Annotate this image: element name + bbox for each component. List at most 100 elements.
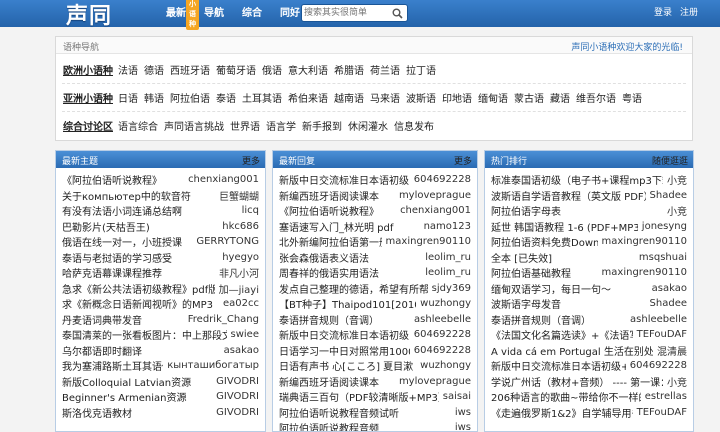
lang-link[interactable]: 维吾尔语 xyxy=(576,90,616,105)
author-link[interactable]: Shadee xyxy=(646,190,687,201)
author-link[interactable]: TEFouDAF xyxy=(633,329,687,340)
thread-link[interactable]: 泰语拼音规则（音调） xyxy=(491,312,626,327)
lang-link[interactable]: 蒙古语 xyxy=(514,90,544,105)
author-link[interactable]: leolim_ru xyxy=(421,252,471,263)
author-link[interactable]: 604692228 xyxy=(410,174,471,185)
lang-link[interactable]: 马来语 xyxy=(370,90,400,105)
author-link[interactable]: Fredrik_Chang xyxy=(184,314,259,325)
author-link[interactable]: licq xyxy=(238,205,259,216)
site-logo[interactable]: 声同 小语种 xyxy=(66,0,199,30)
thread-link[interactable]: 张会森俄语表义语法 xyxy=(279,250,421,265)
lang-category[interactable]: 欧洲小语种 xyxy=(63,62,113,77)
lang-link[interactable]: 粤语 xyxy=(622,90,642,105)
author-link[interactable]: ashleebelle xyxy=(626,314,687,325)
author-link[interactable]: 小竞 xyxy=(663,172,687,187)
author-link[interactable]: hkc686 xyxy=(218,221,259,232)
lang-link[interactable]: 新手报到 xyxy=(302,118,342,133)
author-link[interactable]: chenxiang001 xyxy=(396,205,471,216)
author-link[interactable]: chenxiang001 xyxy=(184,174,259,185)
thread-link[interactable]: 发点自己整理的德语，希望有所帮助 xyxy=(279,281,428,296)
author-link[interactable]: 非凡小河 xyxy=(215,265,259,280)
author-link[interactable]: 巨蟹蝴蝴 xyxy=(215,188,259,203)
random-browse-link[interactable]: 随便逛逛 xyxy=(652,154,688,167)
author-link[interactable]: 小竞 xyxy=(663,203,687,218)
thread-link[interactable]: 周春祥的俄语实用语法 xyxy=(279,265,421,280)
lang-link[interactable]: 俄语 xyxy=(262,62,282,77)
lang-link[interactable]: 西班牙语 xyxy=(170,62,210,77)
thread-link[interactable]: 【BT种子】Thaipod101[2010-20 xyxy=(279,296,416,311)
author-link[interactable]: 604692228 xyxy=(626,360,687,371)
thread-link[interactable]: 丹麦语词典带发音 xyxy=(62,312,184,327)
lang-link[interactable]: 韩语 xyxy=(144,90,164,105)
lang-link[interactable]: 缅甸语 xyxy=(478,90,508,105)
author-link[interactable]: 小竞 xyxy=(663,374,687,389)
thread-link[interactable]: 全本 [已失效] xyxy=(491,250,635,265)
author-link[interactable]: namo123 xyxy=(420,221,471,232)
author-link[interactable]: leolim_ru xyxy=(421,267,471,278)
author-link[interactable]: 604692228 xyxy=(410,329,471,340)
thread-link[interactable]: 泰国清莱的一张看板图片：中上那段文 xyxy=(62,327,227,342)
thread-link[interactable]: 206种语言的歌曲~带给你不一样的 xyxy=(491,389,641,404)
lang-link[interactable]: 法语 xyxy=(118,62,138,77)
thread-link[interactable]: 阿拉伯语资料免费Downlo xyxy=(491,234,598,249)
lang-link[interactable]: 意大利语 xyxy=(288,62,328,77)
thread-link[interactable]: 泰语与老挝语的学习感受 xyxy=(62,250,218,265)
lang-link[interactable]: 休闲灌水 xyxy=(348,118,388,133)
nav-guide[interactable]: 导航 xyxy=(198,0,230,27)
thread-link[interactable]: 泰语拼音规则（音调） xyxy=(279,312,410,327)
login-link[interactable]: 登录 xyxy=(654,0,672,27)
author-link[interactable]: maxingren90110 xyxy=(598,267,687,278)
lang-link[interactable]: 语言综合 xyxy=(118,118,158,133)
lang-link[interactable]: 越南语 xyxy=(334,90,364,105)
author-link[interactable]: saisai xyxy=(439,391,471,402)
thread-link[interactable]: 《阿拉伯语听说教程》 xyxy=(279,203,396,218)
lang-link[interactable]: 语言学 xyxy=(266,118,296,133)
thread-link[interactable]: 关于компьютер中的软音符 xyxy=(62,188,215,203)
thread-link[interactable]: 《走遍俄罗斯1&2》自学辅导用书 xyxy=(491,405,633,420)
thread-link[interactable]: 我为塞浦路斯土耳其语做的 xyxy=(62,358,163,373)
lang-link[interactable]: 印地语 xyxy=(442,90,472,105)
thread-link[interactable]: 塞语速写入门_林光明 pdf xyxy=(279,219,420,234)
author-link[interactable]: maxingren90110 xyxy=(382,236,471,247)
thread-link[interactable]: 阿拉伯语听说教程音频试听 xyxy=(279,405,451,420)
thread-link[interactable]: 俄语在线一对一，小班授课 xyxy=(62,234,192,249)
thread-link[interactable]: 波斯语自学语音教程（英文版 PDF） xyxy=(491,188,646,203)
lang-link[interactable]: 信息发布 xyxy=(394,118,434,133)
author-link[interactable]: myloveprague xyxy=(395,190,471,201)
lang-link[interactable]: 声同语言挑战 xyxy=(164,118,224,133)
thread-link[interactable]: 缅甸双语学习，每日一句～ xyxy=(491,281,648,296)
author-link[interactable]: asakao xyxy=(648,283,687,294)
thread-link[interactable]: 《阿拉伯语听说教程》 xyxy=(62,172,184,187)
author-link[interactable]: wuzhongy xyxy=(416,360,471,371)
lang-link[interactable]: 德语 xyxy=(144,62,164,77)
author-link[interactable]: iws xyxy=(451,422,471,431)
thread-link[interactable]: 瑞典语三百句（PDF较清晰版+MP3） xyxy=(279,389,439,404)
thread-link[interactable]: 急求《新公共法语初级教程》pdf版 xyxy=(62,281,215,296)
thread-link[interactable]: 阿拉伯语字母表 xyxy=(491,203,663,218)
author-link[interactable]: swiee xyxy=(227,329,259,340)
author-link[interactable]: кынташибогатыр xyxy=(163,360,259,371)
nav-latest[interactable]: 最新 xyxy=(160,0,192,27)
thread-link[interactable]: 延世 韩国语教程 1-6 (PDF+MP3) xyxy=(491,219,638,234)
author-link[interactable]: GIVODRI xyxy=(212,376,259,387)
author-link[interactable]: ea02cc xyxy=(219,298,259,309)
lang-link[interactable]: 世界语 xyxy=(230,118,260,133)
author-link[interactable]: ashleebelle xyxy=(410,314,471,325)
thread-link[interactable]: A vida cá em Portugal 生活在别处， xyxy=(491,343,653,358)
author-link[interactable]: jonesyng xyxy=(638,221,687,232)
thread-link[interactable]: Beginner's Armenian资源 xyxy=(62,389,212,404)
lang-category[interactable]: 亚洲小语种 xyxy=(63,90,113,105)
register-link[interactable]: 注册 xyxy=(680,0,698,27)
thread-link[interactable]: 斯洛伐克语教材 xyxy=(62,405,212,420)
author-link[interactable]: asakao xyxy=(220,345,259,356)
thread-link[interactable]: 巴勒影片(天枯吾王) xyxy=(62,219,218,234)
author-link[interactable]: sjdy369 xyxy=(428,283,471,294)
thread-link[interactable]: 波斯语字母发音 xyxy=(491,296,646,311)
lang-category[interactable]: 综合讨论区 xyxy=(63,118,113,133)
author-link[interactable]: 加—jiayi xyxy=(215,281,259,296)
thread-link[interactable]: 新编西班牙语阅读课本 xyxy=(279,188,395,203)
nav-general[interactable]: 综合 xyxy=(236,0,268,27)
author-link[interactable]: Shadee xyxy=(646,298,687,309)
thread-link[interactable]: 日语有声书 心[こころ] 夏目漱 xyxy=(279,358,416,373)
author-link[interactable]: myloveprague xyxy=(395,376,471,387)
